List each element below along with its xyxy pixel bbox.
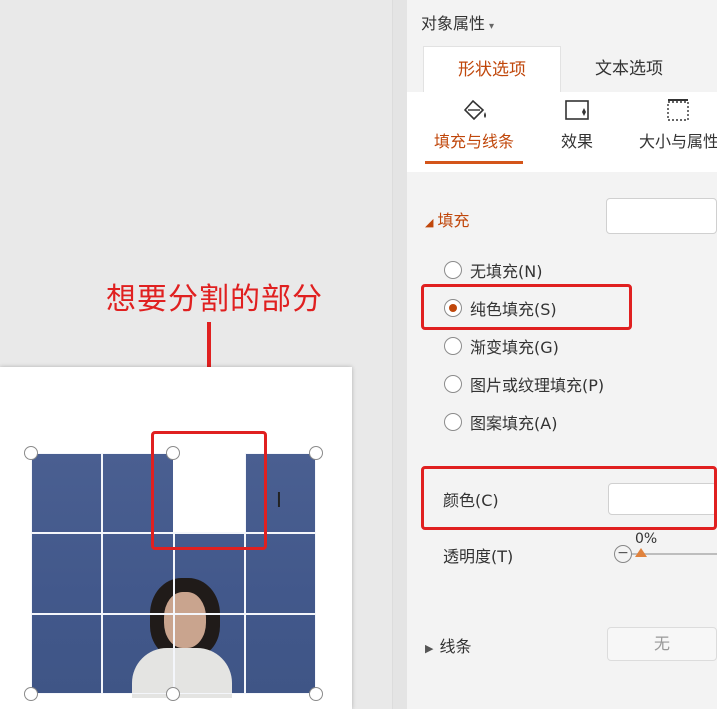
radio-gradient-fill[interactable]: 渐变填充(G)	[444, 334, 559, 358]
highlight-box-cell	[151, 431, 267, 550]
panel-splitter[interactable]	[392, 0, 408, 709]
tab-shape-options[interactable]: 形状选项	[423, 46, 561, 92]
resize-handle-bottom-middle[interactable]	[166, 687, 180, 701]
resize-handle-bottom-right[interactable]	[309, 687, 323, 701]
fill-preset-input[interactable]	[606, 198, 717, 234]
grid-cell[interactable]	[102, 613, 174, 694]
radio-picture-fill-label: 图片或纹理填充(P)	[470, 376, 605, 395]
transparency-value: 0%	[635, 531, 658, 547]
radio-no-fill[interactable]: 无填充(N)	[444, 258, 542, 282]
expand-triangle-icon: ▶	[425, 642, 434, 655]
fill-section-header[interactable]: ◢ 填充	[425, 207, 469, 231]
transparency-decrease-button[interactable]: −	[614, 545, 632, 563]
line-section-header[interactable]: ▶ 线条	[425, 633, 471, 657]
grid-cell[interactable]	[244, 613, 316, 694]
line-style-select[interactable]: 无	[607, 627, 717, 661]
grid-cell[interactable]	[31, 453, 103, 534]
grid-cell[interactable]	[173, 613, 245, 694]
size-properties-icon	[667, 99, 689, 121]
resize-handle-top-left[interactable]	[24, 446, 38, 460]
radio-pattern-fill[interactable]: 图案填充(A)	[444, 410, 557, 434]
subtab-bar: 填充与线条 效果 大小与属性	[407, 92, 717, 172]
line-section-header-label: 线条	[439, 637, 472, 656]
subtab-effects-label: 效果	[560, 132, 593, 151]
chevron-down-icon: ▾	[489, 21, 495, 32]
subtab-size-properties-label: 大小与属性	[639, 132, 717, 151]
radio-picture-fill[interactable]: 图片或纹理填充(P)	[444, 372, 604, 396]
properties-panel: 对象属性 ▾ 形状选项 文本选项 填充与线条 效果 大小与属性 ◢ 填充 无填充…	[407, 0, 717, 709]
highlight-box-solid-fill	[421, 284, 632, 330]
collapse-triangle-icon: ◢	[425, 216, 434, 229]
fill-bucket-icon	[463, 99, 486, 121]
fill-section-header-label: 填充	[437, 211, 470, 230]
radio-gradient-fill-label: 渐变填充(G)	[470, 338, 559, 357]
radio-button[interactable]	[444, 413, 462, 431]
subtab-effects[interactable]: 效果	[547, 98, 607, 152]
panel-title[interactable]: 对象属性 ▾	[421, 10, 494, 34]
panel-title-text: 对象属性	[421, 14, 486, 33]
active-subtab-underline	[425, 161, 523, 164]
transparency-slider-thumb[interactable]	[635, 548, 647, 557]
effects-icon	[565, 100, 589, 120]
subtab-size-properties[interactable]: 大小与属性	[635, 98, 717, 152]
transparency-label: 透明度(T)	[443, 547, 514, 566]
radio-button[interactable]	[444, 337, 462, 355]
subtab-fill-line[interactable]: 填充与线条	[425, 98, 523, 164]
radio-button[interactable]	[444, 375, 462, 393]
radio-no-fill-label: 无填充(N)	[470, 262, 543, 281]
grid-cell[interactable]	[31, 613, 103, 694]
radio-button[interactable]	[444, 261, 462, 279]
tab-bar: 形状选项 文本选项	[407, 46, 717, 92]
grid-cell[interactable]	[31, 533, 103, 614]
resize-handle-top-right[interactable]	[309, 446, 323, 460]
ibeam-cursor-icon: I	[276, 488, 282, 512]
annotation-label: 想要分割的部分	[106, 282, 323, 317]
resize-handle-bottom-left[interactable]	[24, 687, 38, 701]
subtab-fill-line-label: 填充与线条	[433, 132, 514, 151]
radio-pattern-fill-label: 图案填充(A)	[470, 414, 558, 433]
tab-text-options[interactable]: 文本选项	[567, 46, 691, 92]
highlight-box-color	[421, 466, 717, 530]
